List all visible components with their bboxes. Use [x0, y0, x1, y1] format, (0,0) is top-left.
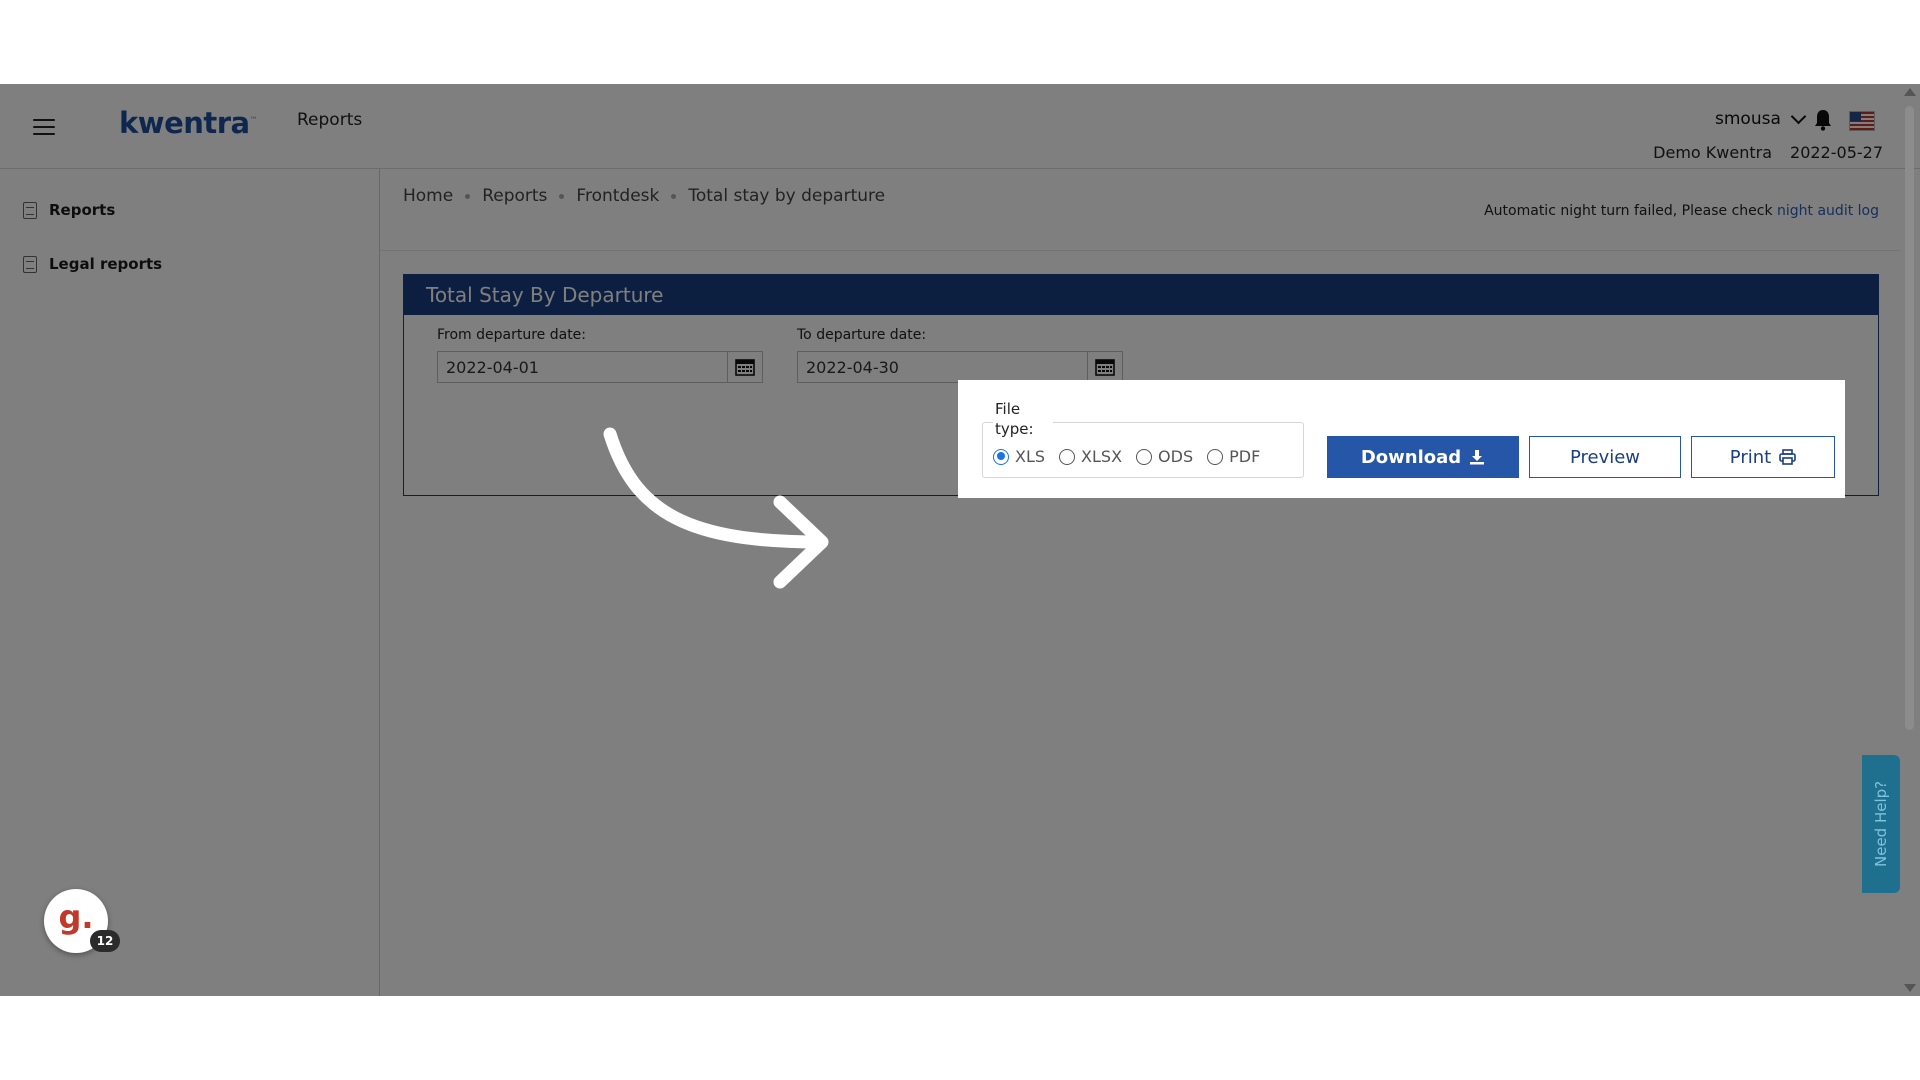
printer-icon: [1779, 449, 1797, 465]
radio-unselected-icon: [1136, 448, 1153, 465]
night-audit-notice: Automatic night turn failed, Please chec…: [1484, 203, 1879, 219]
radio-label: PDF: [1229, 447, 1261, 466]
radio-unselected-icon: [1207, 448, 1224, 465]
download-button[interactable]: Download: [1327, 436, 1519, 478]
business-date: 2022-05-27: [1790, 143, 1883, 162]
radio-ods[interactable]: ODS: [1136, 447, 1193, 466]
sidebar-item-label: Legal reports: [49, 255, 163, 273]
breadcrumb: Home Reports Frontdesk Total stay by dep…: [403, 186, 885, 206]
download-label: Download: [1360, 446, 1462, 468]
breadcrumb-separator: [671, 193, 677, 199]
to-date-field: [797, 351, 1123, 383]
sidebar-item-label: Reports: [49, 201, 116, 219]
sidebar: Reports Legal reports: [0, 169, 380, 996]
radio-unselected-icon: [1059, 448, 1076, 465]
preview-label: Preview: [1569, 446, 1641, 468]
radio-label: XLS: [1015, 447, 1046, 466]
to-date-input[interactable]: [798, 352, 1099, 382]
to-date-label: To departure date:: [797, 327, 927, 343]
from-date-label: From departure date:: [437, 327, 587, 343]
us-flag-icon[interactable]: [1849, 111, 1875, 131]
username: smousa: [1715, 109, 1781, 129]
chevron-down-icon: [1790, 108, 1807, 125]
kwentra-logo[interactable]: kwentra™: [119, 106, 258, 140]
breadcrumb-current: Total stay by departure: [688, 186, 886, 206]
sidebar-item-legal-reports[interactable]: Legal reports: [23, 255, 162, 273]
export-controls-highlight: File type: XLS XLSX ODS PDF Download Pre…: [958, 380, 1845, 498]
file-type-legend: File type:: [993, 399, 1053, 439]
file-type-options: XLS XLSX ODS PDF: [993, 447, 1260, 466]
document-icon: [23, 255, 37, 273]
preview-button[interactable]: Preview: [1529, 436, 1681, 478]
radio-xls[interactable]: XLS: [993, 447, 1045, 466]
scroll-down-arrow-icon[interactable]: [1904, 984, 1916, 992]
g-widget-letter: g.: [58, 898, 94, 936]
panel-title: Total Stay By Departure: [404, 275, 1878, 315]
notification-count-badge: 12: [90, 930, 120, 952]
document-icon: [23, 201, 37, 219]
radio-selected-icon: [993, 448, 1009, 465]
logo-text: kwentra: [119, 106, 250, 140]
from-date-input[interactable]: [438, 352, 739, 382]
sidebar-item-reports[interactable]: Reports: [23, 201, 115, 219]
scroll-up-arrow-icon[interactable]: [1904, 88, 1916, 96]
app-window: kwentra™ Reports smousa Demo Kwentra 202…: [0, 84, 1920, 996]
hotel-date-line: Demo Kwentra 2022-05-27: [1653, 143, 1883, 162]
breadcrumb-separator: [559, 193, 565, 199]
print-button[interactable]: Print: [1691, 436, 1835, 478]
download-icon: [1470, 450, 1485, 465]
content-divider: [380, 250, 1900, 251]
radio-pdf[interactable]: PDF: [1207, 447, 1260, 466]
radio-label: XLSX: [1081, 447, 1123, 466]
hotel-name: Demo Kwentra: [1653, 143, 1773, 162]
breadcrumb-reports[interactable]: Reports: [482, 186, 547, 206]
vertical-scrollbar[interactable]: [1900, 84, 1920, 996]
need-help-tab[interactable]: Need Help?: [1862, 755, 1900, 893]
user-menu[interactable]: smousa: [1715, 108, 1807, 129]
calendar-icon[interactable]: [727, 352, 762, 382]
breadcrumb-separator: [465, 193, 471, 199]
breadcrumb-home[interactable]: Home: [403, 186, 453, 206]
calendar-icon[interactable]: [1087, 352, 1122, 382]
notice-text: Automatic night turn failed, Please chec…: [1484, 203, 1778, 219]
print-label: Print: [1729, 446, 1772, 468]
file-type-group: File type: XLS XLSX ODS PDF: [982, 399, 1304, 478]
top-bar: kwentra™ Reports smousa Demo Kwentra 202…: [0, 84, 1920, 169]
radio-xlsx[interactable]: XLSX: [1059, 447, 1122, 466]
scrollbar-thumb[interactable]: [1905, 106, 1914, 730]
bell-icon[interactable]: [1814, 109, 1832, 131]
radio-label: ODS: [1158, 447, 1194, 466]
breadcrumb-frontdesk[interactable]: Frontdesk: [576, 186, 659, 206]
hamburger-menu-icon[interactable]: [33, 119, 55, 135]
night-audit-log-link[interactable]: night audit log: [1777, 203, 1879, 219]
page-section-title: Reports: [297, 110, 363, 130]
logo-trademark: ™: [249, 115, 258, 125]
from-date-field: [437, 351, 763, 383]
